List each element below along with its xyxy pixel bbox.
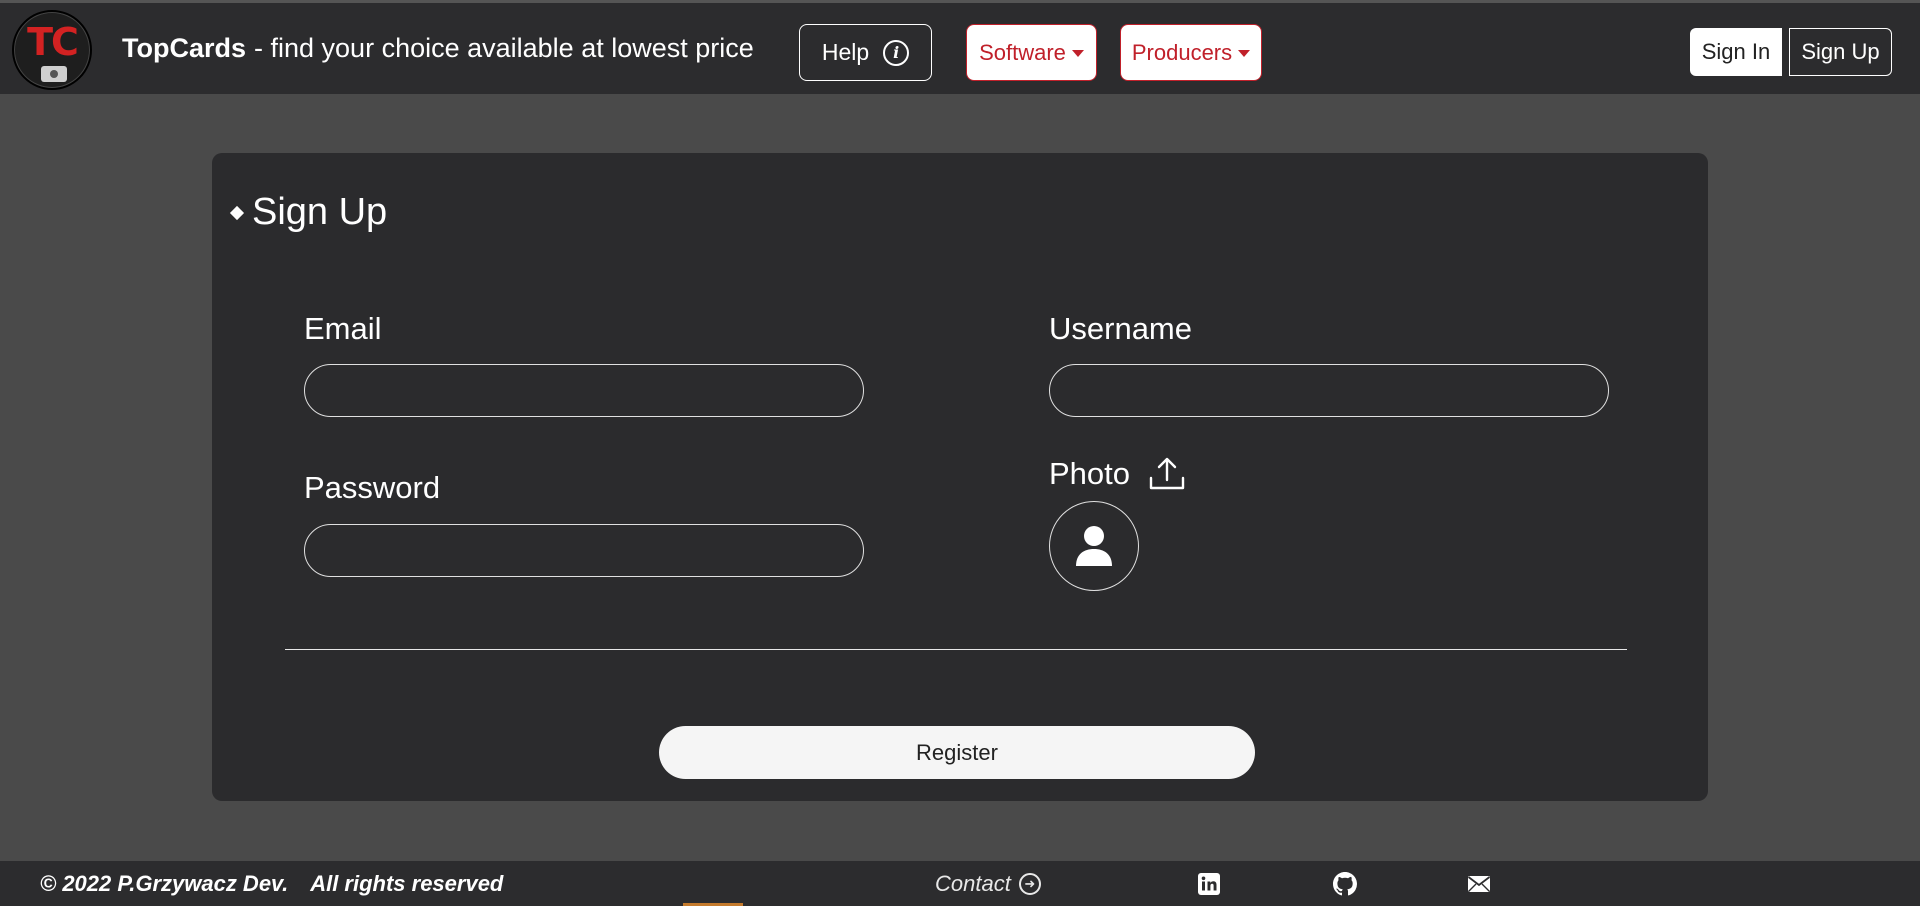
register-button[interactable]: Register: [659, 726, 1255, 779]
chevron-down-icon: [1238, 50, 1251, 57]
producers-label: Producers: [1131, 39, 1233, 65]
info-icon: i: [883, 39, 910, 66]
email-label: Email: [304, 311, 382, 346]
password-label: Password: [304, 470, 441, 505]
logo[interactable]: TC: [12, 10, 92, 90]
diamond-icon: [229, 205, 245, 220]
arrow-right-circle-icon: ➜: [1018, 873, 1041, 895]
help-label: Help: [821, 39, 870, 65]
photo-label: Photo: [1049, 456, 1186, 492]
rights-text: All rights reserved: [310, 871, 504, 896]
envelope-icon[interactable]: [1467, 872, 1491, 896]
producers-dropdown[interactable]: Producers: [1120, 24, 1262, 81]
avatar[interactable]: [1049, 501, 1139, 591]
linkedin-icon[interactable]: [1197, 872, 1221, 896]
contact-label: Contact: [935, 871, 1011, 896]
navbar: TC TopCards - find your choice available …: [0, 0, 1920, 94]
camera-icon: [41, 66, 67, 82]
logo-text: TC: [27, 20, 79, 64]
brand-tagline: - find your choice available at lowest p…: [254, 33, 754, 63]
photo-label-text: Photo: [1049, 456, 1131, 491]
page-title: Sign Up: [229, 191, 388, 234]
software-label: Software: [979, 39, 1066, 65]
divider: [285, 649, 1627, 650]
brand: TopCards - find your choice available at …: [122, 33, 754, 64]
signup-card: Sign Up Email Username Password Photo Re…: [212, 153, 1708, 801]
person-icon: [1076, 526, 1112, 566]
upload-icon[interactable]: [1148, 456, 1186, 492]
page-title-text: Sign Up: [252, 191, 388, 233]
sign-up-button[interactable]: Sign Up: [1789, 28, 1892, 76]
username-label: Username: [1049, 311, 1192, 346]
email-field[interactable]: [304, 364, 864, 417]
chevron-down-icon: [1071, 50, 1084, 57]
help-button[interactable]: Help i: [799, 24, 932, 81]
footer: © 2022 P.Grzywacz Dev. All rights reserve…: [0, 861, 1920, 906]
copyright-text: © 2022 P.Grzywacz Dev.: [40, 871, 289, 896]
username-field[interactable]: [1049, 364, 1609, 417]
sign-in-button[interactable]: Sign In: [1690, 28, 1782, 76]
github-icon[interactable]: [1333, 872, 1357, 896]
brand-name: TopCards: [122, 33, 247, 63]
password-field[interactable]: [304, 524, 864, 577]
software-dropdown[interactable]: Software: [966, 24, 1097, 81]
copyright: © 2022 P.Grzywacz Dev. All rights reserve…: [40, 871, 503, 897]
contact-link[interactable]: Contact ➜: [935, 871, 1041, 897]
